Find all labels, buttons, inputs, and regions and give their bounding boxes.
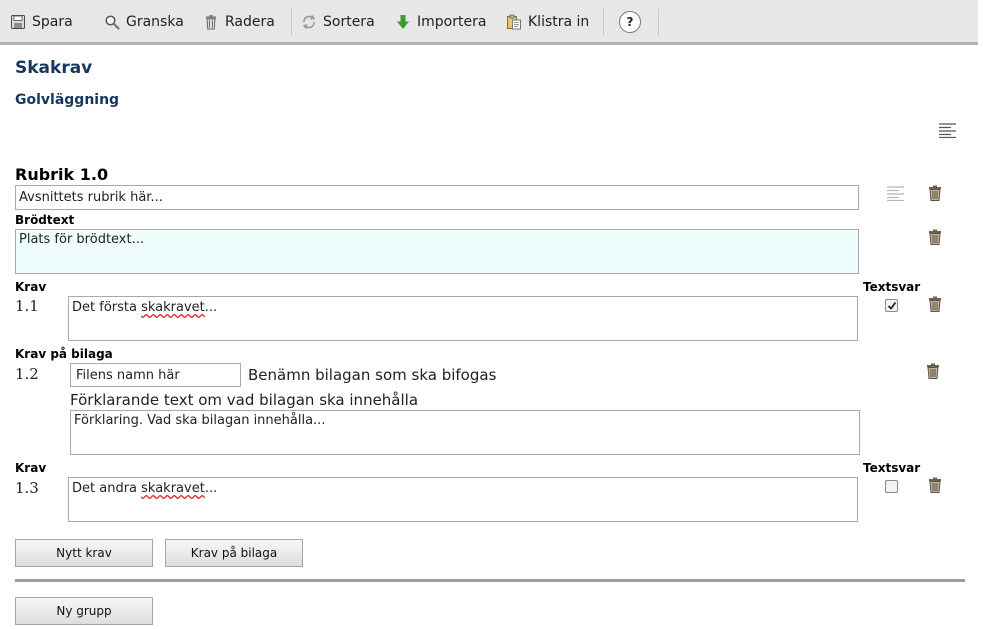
paste-button[interactable]: Klistra in (506, 11, 589, 33)
section-heading: Rubrik 1.0 (15, 165, 109, 184)
paste-icon (506, 14, 522, 30)
delete-button[interactable]: Radera (203, 11, 275, 33)
import-button[interactable]: Importera (395, 11, 486, 33)
delete-attachment-requirement-icon[interactable] (926, 363, 940, 379)
requirement-text-area[interactable]: Det första skakravet... (68, 296, 858, 341)
delete-requirement-icon[interactable] (928, 296, 942, 312)
text-format-icon[interactable] (939, 123, 956, 142)
delete-requirement-icon[interactable] (928, 477, 942, 493)
attachment-requirement-button[interactable]: Krav på bilaga (165, 539, 303, 567)
save-label: Spara (32, 14, 73, 30)
requirement-text-end: ... (204, 300, 218, 315)
import-label: Importera (417, 14, 487, 30)
delete-heading-icon[interactable] (928, 185, 942, 201)
new-requirement-button[interactable]: Nytt krav (15, 539, 153, 567)
new-group-button[interactable]: Ny grupp (15, 597, 153, 625)
page-subtitle: Golvläggning (15, 92, 120, 108)
requirement-type-label: Krav (15, 461, 47, 475)
toolbar-divider (291, 9, 292, 36)
textsvar-checkbox[interactable] (885, 299, 898, 312)
requirement-number: 1.2 (15, 365, 39, 383)
paste-label: Klistra in (528, 14, 590, 30)
textsvar-label: Textsvar (863, 461, 921, 475)
attachment-requirement-label: Krav på bilaga (15, 347, 113, 361)
requirement-number: 1.1 (15, 297, 39, 315)
body-text-label: Brödtext (15, 213, 75, 227)
textsvar-checkbox[interactable] (885, 480, 898, 493)
save-button[interactable]: Spara (10, 11, 73, 33)
sort-label: Sortera (323, 14, 375, 30)
toolbar-divider (658, 9, 659, 36)
help-icon: ? (619, 11, 641, 33)
requirement-text-end: ... (204, 481, 218, 496)
group-divider (15, 579, 965, 582)
delete-body-text-icon[interactable] (928, 229, 942, 245)
requirement-text: Det andra (72, 481, 142, 496)
filename-hint: Benämn bilagan som ska bifogas (248, 366, 497, 384)
sort-icon (301, 14, 317, 30)
trash-icon (203, 14, 219, 30)
checkmark-icon (887, 301, 896, 310)
review-button[interactable]: Granska (104, 11, 184, 33)
requirement-text: Det första (72, 300, 142, 315)
misspelled-word: skakravet (141, 300, 205, 315)
filename-input[interactable] (70, 363, 241, 387)
section-heading-input[interactable] (15, 185, 859, 210)
toolbar-divider (603, 9, 604, 36)
magnifier-icon (104, 14, 120, 30)
import-arrow-icon (395, 14, 411, 30)
textsvar-label: Textsvar (863, 280, 921, 294)
page-title: Skakrav (15, 58, 93, 78)
explanation-label: Förklarande text om vad bilagan ska inne… (70, 391, 419, 409)
misspelled-word: skakravet (141, 481, 205, 496)
requirement-text-area[interactable]: Det andra skakravet... (68, 477, 858, 522)
toolbar: Spara Granska Radera Sortera Importera K… (0, 0, 978, 45)
sort-button[interactable]: Sortera (301, 11, 375, 33)
requirement-number: 1.3 (15, 479, 39, 497)
help-button[interactable]: ? (619, 11, 641, 33)
save-icon (10, 14, 26, 30)
explanation-text-area[interactable]: Förklaring. Vad ska bilagan innehålla... (70, 410, 860, 455)
review-label: Granska (126, 14, 184, 30)
text-format-icon[interactable] (887, 186, 904, 205)
body-text-area[interactable]: Plats för brödtext... (15, 229, 859, 274)
requirement-type-label: Krav (15, 280, 47, 294)
delete-label: Radera (225, 14, 275, 30)
